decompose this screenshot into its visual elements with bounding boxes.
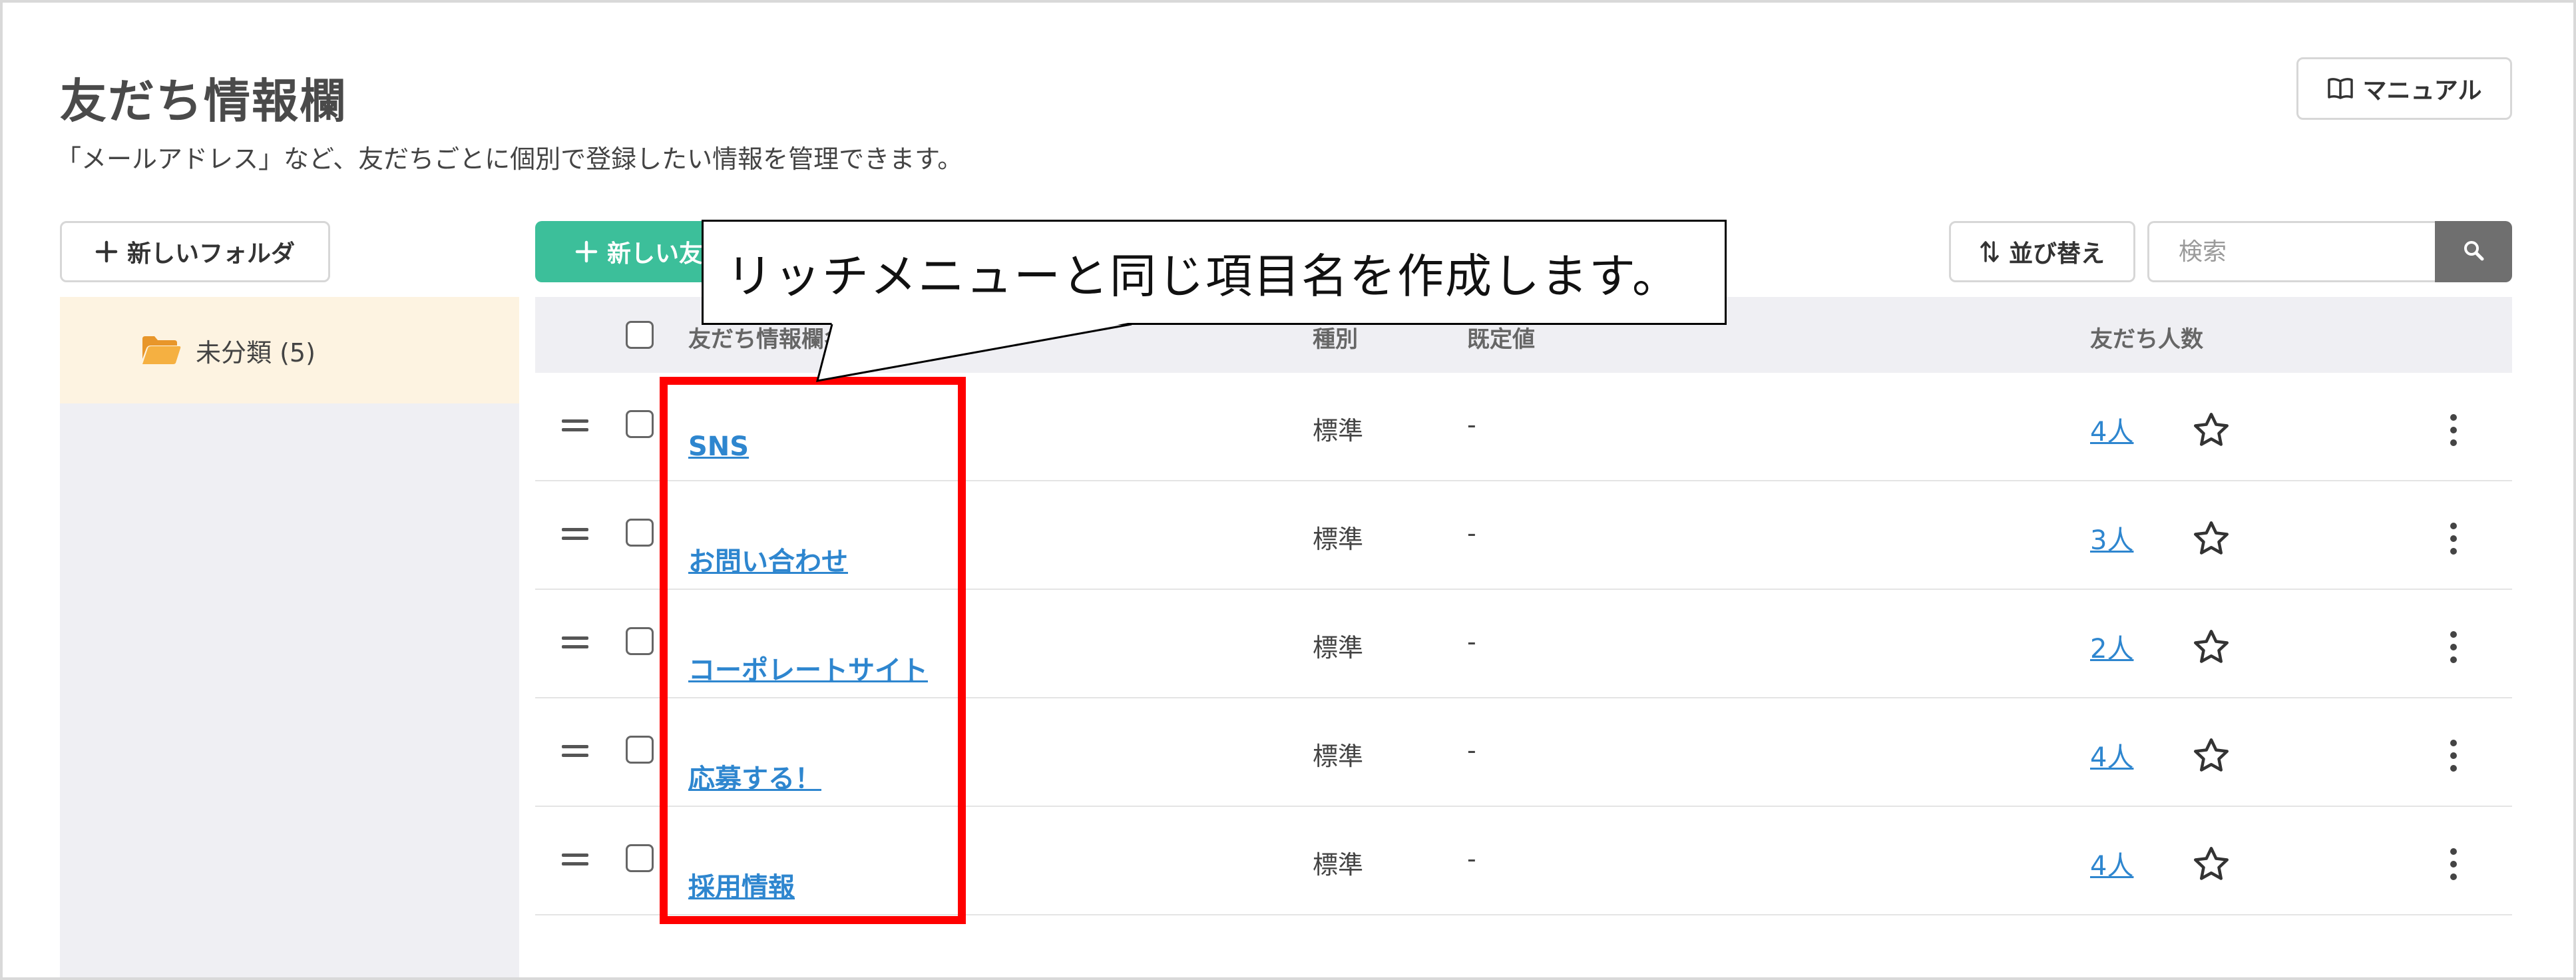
drag-handle-icon[interactable] xyxy=(562,419,588,431)
search-button[interactable] xyxy=(2435,221,2512,282)
manual-button[interactable]: マニュアル xyxy=(2296,57,2512,120)
row-count-link[interactable]: 4人 xyxy=(2090,736,2133,774)
page-description: 「メールアドレス」など、友だちごとに個別で登録したい情報を管理できます。 xyxy=(56,144,963,174)
row-count-link[interactable]: 4人 xyxy=(2090,410,2133,449)
star-outline-icon[interactable] xyxy=(2191,410,2231,450)
star-outline-icon[interactable] xyxy=(2191,844,2231,884)
drag-handle-icon[interactable] xyxy=(562,854,588,865)
search-input[interactable] xyxy=(2147,221,2436,282)
select-all-checkbox[interactable] xyxy=(626,321,654,349)
highlight-box xyxy=(660,377,966,924)
drag-handle-icon[interactable] xyxy=(562,636,588,648)
row-default-value: - xyxy=(1467,627,1476,656)
star-outline-icon[interactable] xyxy=(2191,627,2231,667)
row-count-link[interactable]: 4人 xyxy=(2090,844,2133,883)
row-count-link[interactable]: 3人 xyxy=(2090,519,2133,557)
row-type: 標準 xyxy=(1313,850,1364,879)
plus-icon xyxy=(575,240,598,263)
row-default-value: - xyxy=(1467,844,1476,873)
row-checkbox[interactable] xyxy=(626,844,654,872)
folder-sidebar: 未分類 (5) xyxy=(60,297,519,977)
plus-icon xyxy=(95,240,118,263)
new-folder-button-label: 新しいフォルダ xyxy=(126,240,295,268)
new-item-button-label: 新しい友 xyxy=(607,240,704,268)
sort-button[interactable]: 並び替え xyxy=(1949,221,2135,282)
callout-tail xyxy=(815,322,1132,382)
row-count-link[interactable]: 2人 xyxy=(2090,627,2133,666)
kebab-menu-icon[interactable] xyxy=(2446,410,2462,450)
search-icon xyxy=(2462,238,2485,265)
row-checkbox[interactable] xyxy=(626,410,654,438)
folder-open-icon xyxy=(141,335,181,366)
manual-button-label: マニュアル xyxy=(2362,77,2482,105)
page-title: 友だち情報欄 xyxy=(60,74,347,128)
column-header-type: 種別 xyxy=(1313,326,1358,353)
book-icon xyxy=(2327,77,2354,100)
kebab-menu-icon[interactable] xyxy=(2446,519,2462,559)
column-header-default: 既定値 xyxy=(1467,326,1535,353)
drag-handle-icon[interactable] xyxy=(562,528,588,540)
star-outline-icon[interactable] xyxy=(2191,519,2231,559)
row-default-value: - xyxy=(1467,736,1476,765)
row-default-value: - xyxy=(1467,410,1476,439)
row-type: 標準 xyxy=(1313,525,1364,554)
sidebar-folder-uncategorized[interactable]: 未分類 (5) xyxy=(60,297,519,403)
kebab-menu-icon[interactable] xyxy=(2446,844,2462,884)
drag-handle-icon[interactable] xyxy=(562,745,588,757)
kebab-menu-icon[interactable] xyxy=(2446,627,2462,667)
row-default-value: - xyxy=(1467,519,1476,548)
annotation-callout: リッチメニューと同じ項目名を作成します。 xyxy=(702,220,1727,325)
row-type: 標準 xyxy=(1313,742,1364,771)
column-header-count: 友だち人数 xyxy=(2090,326,2203,353)
row-checkbox[interactable] xyxy=(626,519,654,547)
kebab-menu-icon[interactable] xyxy=(2446,736,2462,776)
sidebar-folder-label: 未分類 (5) xyxy=(196,338,316,368)
row-checkbox[interactable] xyxy=(626,627,654,655)
star-outline-icon[interactable] xyxy=(2191,736,2231,776)
row-type: 標準 xyxy=(1313,633,1364,662)
new-folder-button[interactable]: 新しいフォルダ xyxy=(60,221,330,282)
sort-button-label: 並び替え xyxy=(2008,240,2105,268)
row-type: 標準 xyxy=(1313,416,1364,445)
sort-arrows-icon xyxy=(1980,240,2000,264)
row-checkbox[interactable] xyxy=(626,736,654,764)
